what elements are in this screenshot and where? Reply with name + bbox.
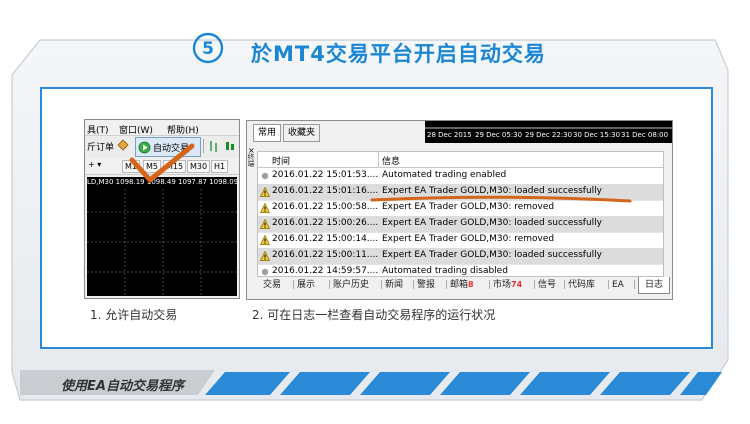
tab-separator: |	[292, 280, 296, 290]
log-message: Expert EA Trader GOLD,M30: loaded succes…	[382, 250, 602, 260]
mt4-journal-screenshot: 常用 收藏夹 28 Dec 2015 29 Dec 05:30 29 Dec 2…	[246, 120, 673, 300]
tab-terminal-7[interactable]: 信号	[538, 277, 556, 293]
tab-label: 交易	[263, 280, 282, 290]
timeline-label: 30 Dec 15:30	[573, 131, 621, 139]
log-message: Automated trading enabled	[382, 170, 507, 180]
underline-highlight	[370, 195, 632, 203]
terminal-side-label: 终端	[247, 153, 255, 167]
toolbar-divider	[203, 139, 204, 153]
tab-terminal-4[interactable]: 警报	[417, 277, 435, 293]
price-chart[interactable]: LD,M30 1098.19 1098.49 1097.87 1098.09	[87, 177, 237, 296]
new-order-button[interactable]: 斤订单	[87, 140, 114, 153]
timeline-label: 28 Dec 2015	[427, 131, 472, 139]
tab-separator: |	[488, 280, 492, 290]
tab-label: EA	[612, 280, 624, 290]
warning-icon	[260, 187, 270, 197]
warning-icon	[260, 235, 270, 245]
tab-label: 警报	[417, 280, 436, 290]
tab-terminal-9[interactable]: EA	[612, 277, 624, 293]
chart-grid	[87, 189, 237, 296]
tab-label: 日志	[645, 280, 664, 290]
caption-step-1: 1. 允许自动交易	[90, 308, 178, 322]
tab-common[interactable]: 常用	[253, 124, 282, 142]
tab-separator: |	[633, 280, 637, 290]
crosshair-icon[interactable]: + ▾	[88, 160, 101, 169]
tab-terminal-0[interactable]: 交易	[263, 277, 281, 293]
tab-label: 账户历史	[333, 280, 370, 290]
log-time: 2016.01.22 15:00:26....	[272, 218, 379, 228]
table-row[interactable]: 2016.01.22 15:00:26.... Expert EA Trader …	[258, 216, 663, 233]
menu-bar: 具(T) 窗口(W) 帮助(H)	[85, 120, 239, 136]
log-time: 2016.01.22 14:59:57....	[272, 266, 379, 276]
log-message: Expert EA Trader GOLD,M30: loaded succes…	[382, 218, 602, 228]
column-header-message[interactable]: 信息	[382, 154, 400, 167]
info-icon	[261, 268, 269, 276]
step-number: 5	[202, 39, 214, 59]
tab-label: 展示	[297, 280, 316, 290]
table-row[interactable]: 2016.01.22 15:00:11.... Expert EA Trader …	[258, 248, 663, 265]
timeline-label: 29 Dec 22:30	[525, 131, 573, 139]
candles-icon[interactable]	[224, 139, 236, 153]
tab-separator: |	[412, 280, 416, 290]
caption-step-2: 2. 可在日志一栏查看自动交易程序的运行状况	[252, 308, 496, 322]
log-time: 2016.01.22 15:00:58....	[272, 202, 379, 212]
timeline-label: 31 Dec 08:00	[621, 131, 669, 139]
tab-separator: |	[563, 280, 567, 290]
log-time: 2016.01.22 15:01:53....	[272, 170, 379, 180]
tab-separator: |	[533, 280, 537, 290]
timeframe-h1[interactable]: H1	[211, 160, 229, 173]
count-badge: 8	[468, 280, 474, 289]
warning-icon	[260, 251, 270, 261]
tab-label: 市场	[493, 280, 512, 290]
navigator-tabs: 常用 收藏夹	[247, 121, 425, 143]
chart-timeline: 28 Dec 2015 29 Dec 05:30 29 Dec 22:30 30…	[425, 121, 672, 143]
terminal-tabs: 交易 | 展示 | 账户历史 | 新闻 | 警报 | 邮箱8 | 市场74 | 信号 | 代码库 | EA | 日志	[257, 277, 672, 295]
warning-icon	[260, 203, 270, 213]
page-title: 於MT4交易平台开启自动交易	[251, 42, 546, 66]
log-time: 2016.01.22 15:01:16....	[272, 186, 379, 196]
log-message: Automated trading disabled	[382, 266, 508, 276]
footer-label: 使用EA自动交易程序	[61, 379, 184, 394]
log-time: 2016.01.22 15:00:11....	[272, 250, 379, 260]
tab-journal[interactable]: 日志	[638, 277, 671, 294]
journal-log: 时间 信息 2016.01.22 15:01:53.... Automated t…	[257, 151, 664, 277]
tab-label: 新闻	[385, 280, 404, 290]
column-header-time[interactable]: 时间	[272, 154, 290, 167]
header: 5 於MT4交易平台开启自动交易	[0, 30, 750, 72]
tab-separator: |	[607, 280, 611, 290]
tab-separator: |	[445, 280, 449, 290]
info-icon	[261, 172, 269, 180]
table-row[interactable]: 2016.01.22 15:00:14.... Expert EA Trader …	[258, 232, 663, 249]
tab-separator: |	[328, 280, 332, 290]
tab-terminal-1[interactable]: 展示	[297, 277, 315, 293]
tab-terminal-3[interactable]: 新闻	[385, 277, 403, 293]
timeline-ticks	[425, 127, 672, 129]
timeline-label: 29 Dec 05:30	[475, 131, 523, 139]
column-divider	[378, 152, 379, 167]
tab-separator: |	[380, 280, 384, 290]
bar-chart-icon[interactable]	[208, 139, 220, 153]
tab-label: 代码库	[568, 280, 596, 290]
tab-terminal-2[interactable]: 账户历史	[333, 277, 369, 293]
tab-label: 邮箱	[450, 280, 469, 290]
count-badge: 74	[511, 280, 523, 289]
log-header: 时间 信息	[258, 152, 663, 168]
step-number-badge: 5	[192, 32, 224, 64]
tab-terminal-5[interactable]: 邮箱8	[450, 277, 474, 293]
tab-terminal-6[interactable]: 市场74	[493, 277, 522, 293]
tab-terminal-8[interactable]: 代码库	[568, 277, 595, 293]
table-row[interactable]: 2016.01.22 14:59:57.... Automated trading…	[258, 264, 663, 276]
checkmark-highlight	[129, 143, 195, 183]
table-row[interactable]: 2016.01.22 15:01:53.... Automated trading…	[258, 168, 663, 185]
tab-favorites[interactable]: 收藏夹	[283, 124, 321, 142]
log-time: 2016.01.22 15:00:14....	[272, 234, 379, 244]
warning-icon	[260, 219, 270, 229]
tab-label: 信号	[538, 280, 557, 290]
log-message: Expert EA Trader GOLD,M30: removed	[382, 234, 555, 244]
